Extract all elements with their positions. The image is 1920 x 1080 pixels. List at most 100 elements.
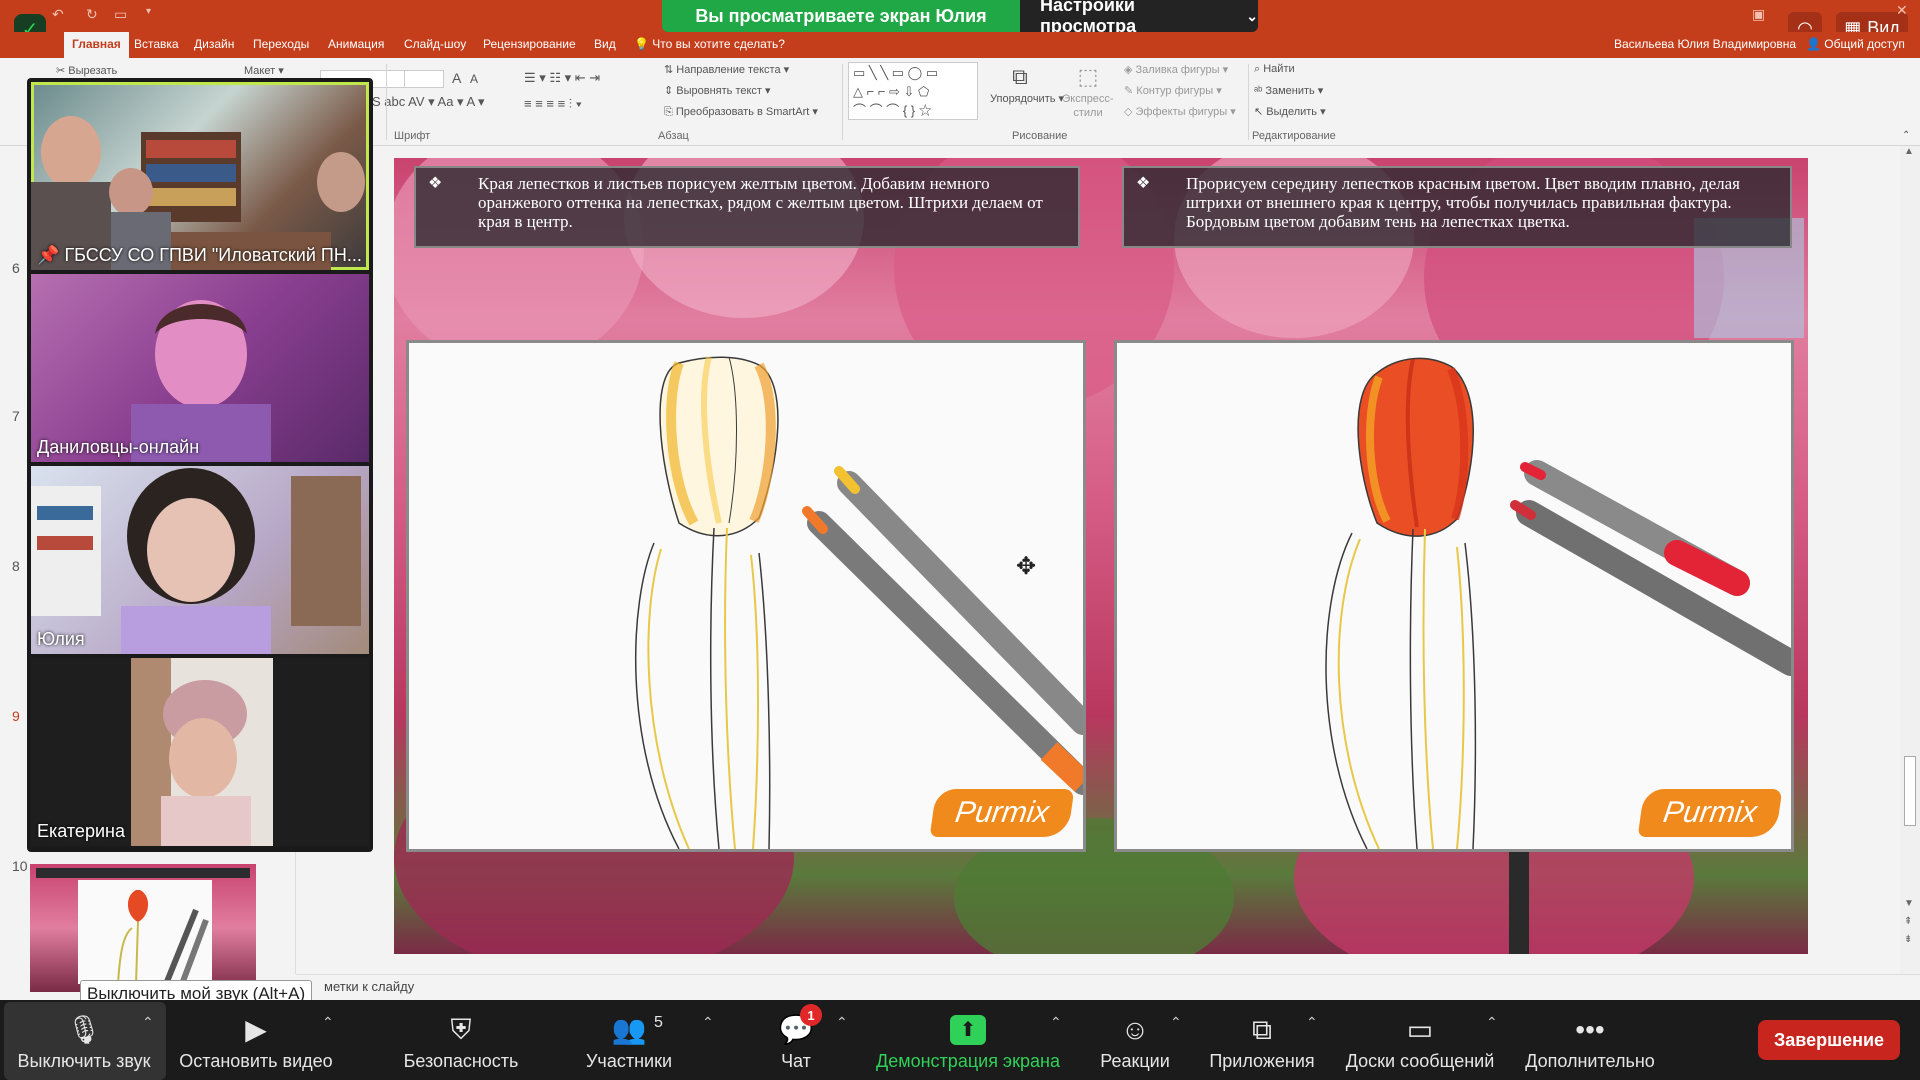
caret-up-icon[interactable]: ⌃ [142,1014,154,1031]
yellow-tulip-drawing [634,356,1083,849]
video-tile[interactable]: Даниловцы-онлайн [31,274,369,462]
undo-icon[interactable]: ↶ [52,6,64,23]
share-label: Демонстрация экрана [876,1051,1060,1071]
share-screen-button[interactable]: ⬆ Демонстрация экрана [868,1000,1068,1080]
apps-label: Приложения [1209,1051,1315,1071]
prev-slide-icon[interactable]: ⇞ [1904,916,1912,927]
next-slide-icon[interactable]: ⇟ [1904,934,1912,945]
shape-fill-label: Заливка фигуры [1135,64,1220,76]
express-styles-button[interactable]: ⬚ Экспресс-стили [1058,62,1118,120]
share-access-button[interactable]: 👤 Общий доступ [1806,37,1905,51]
redo-icon[interactable]: ↻ [86,6,98,23]
tab-animations[interactable]: Анимация [328,37,384,51]
close-icon[interactable]: ✕ [1896,2,1908,19]
text-direction-button[interactable]: ⇅ Направление текста ▾ [664,63,789,76]
microphone-icon: 🎙 [66,1014,102,1045]
caret-up-icon[interactable]: ⌃ [322,1014,334,1031]
bullet-icon: ❖ [428,175,443,192]
red-tulip-drawing [1325,357,1791,849]
stop-video-button[interactable]: ▶︎ Остановить видео [176,1000,336,1080]
participant-name-label: ГБССУ СО ГПВИ "Иловатский ПН... [64,245,362,265]
slide-image-left[interactable]: Purmix [406,340,1086,852]
find-button[interactable]: ⌕ Найти [1254,63,1295,76]
participant-video [31,468,361,654]
cut-button[interactable]: ✂ Вырезать [56,64,117,77]
caret-up-icon[interactable]: ⌃ [836,1014,848,1031]
collapse-ribbon-icon[interactable]: ⌃ [1902,130,1910,141]
layout-button[interactable]: Макет ▾ [244,64,284,77]
apps-button[interactable]: ⧉ Приложения [1200,1000,1324,1080]
ribbon-divider [842,64,843,140]
search-icon: ⌕ [1254,63,1261,75]
slide-image-right[interactable]: Purmix [1114,340,1794,852]
scroll-up-icon[interactable]: ▲ [1904,146,1914,157]
group-drawing-label: Рисование [1012,130,1068,142]
vertical-scrollbar[interactable]: ▲ ▼ ⇞ ⇟ [1900,146,1920,974]
more-button[interactable]: ••• Дополнительно [1518,1000,1662,1080]
thumb-number: 6 [12,260,20,276]
align-text-button[interactable]: ⇕ Выровнять текст ▾ [664,84,771,97]
scissors-icon: ✂ [56,65,66,77]
convert-smartart-button[interactable]: ⎘ Преобразовать в SmartArt ▾ [664,105,818,119]
video-label: Остановить видео [179,1051,333,1071]
caret-up-icon[interactable]: ⌃ [1306,1014,1318,1031]
tulip-thumbnail [117,890,209,984]
font-size-select[interactable] [404,70,444,88]
user-name[interactable]: Васильева Юлия Владимировна [1614,37,1796,51]
qat-dropdown-icon[interactable]: ▾ [146,6,151,17]
list-icons[interactable]: ☰ ▾ ☷ ▾ ⇤ ⇥ [524,70,600,86]
tab-insert[interactable]: Вставка [134,37,179,51]
reactions-label: Реакции [1100,1051,1170,1071]
end-meeting-button[interactable]: Завершение [1758,1020,1900,1060]
zoom-share-banner: Вы просматриваете экран Юлия Настройки п… [662,0,1258,32]
font-format-icons[interactable]: S abc AV ▾ Aa ▾ A ▾ [372,94,485,110]
tab-slideshow[interactable]: Слайд-шоу [404,37,466,51]
caret-up-icon[interactable]: ⌃ [702,1014,714,1031]
participant-name: 📌 ГБССУ СО ГПВИ "Иловатский ПН... [37,245,362,266]
tab-home[interactable]: Главная [64,32,129,58]
slide-text-right: Прорисуем середину лепестков красным цве… [1186,174,1740,231]
lightbulb-icon: 💡 [634,37,649,51]
security-button[interactable]: ⛨ Безопасность [398,1000,524,1080]
slide-text-box-left[interactable]: ❖ Края лепестков и листьев порисуем желт… [414,166,1080,248]
select-button[interactable]: ↖ Выделить ▾ [1254,105,1326,118]
video-tile[interactable]: 📌 ГБССУ СО ГПВИ "Иловатский ПН... [31,82,369,270]
slide-text-box-right[interactable]: ❖ Прорисуем середину лепестков красным ц… [1122,166,1792,248]
font-shrink-icon[interactable]: A [470,72,478,86]
tell-me-search[interactable]: 💡 Что вы хотите сделать? [634,37,785,51]
participants-button[interactable]: 👥 Участники [574,1000,684,1080]
shape-effects-button[interactable]: ◇ Эффекты фигуры ▾ [1124,105,1236,118]
replace-button[interactable]: ᵃᵇ Заменить ▾ [1254,84,1323,97]
font-grow-icon[interactable]: A [452,70,461,86]
shape-fill-button[interactable]: ◈ Заливка фигуры ▾ [1124,63,1228,76]
ribbon-tabs: Главная Вставка Дизайн Переходы Анимация… [0,32,1920,58]
present-icon[interactable]: ▭ [114,6,127,23]
participant-name: Екатерина [37,821,125,841]
arrange-button[interactable]: ⧉ Упорядочить ▾ [990,62,1064,106]
slide-canvas[interactable]: ❖ Края лепестков и листьев порисуем желт… [394,158,1808,954]
caret-up-icon[interactable]: ⌃ [1170,1014,1182,1031]
tab-transitions[interactable]: Переходы [253,37,309,51]
scrollbar-thumb[interactable] [1904,756,1916,826]
tab-review[interactable]: Рецензирование [483,37,576,51]
tab-design[interactable]: Дизайн [194,37,234,51]
find-label: Найти [1263,63,1295,75]
mute-button[interactable]: 🎙 Выключить звук [14,1000,154,1080]
align-icons[interactable]: ≡ ≡ ≡ ≡ ⫶ ▾ [524,96,582,112]
tab-view[interactable]: Вид [594,37,616,51]
ribbon-display-icon[interactable]: ▣ [1752,6,1765,23]
styles-icon: ⬚ [1077,64,1099,89]
slide-thumbnail[interactable] [30,864,256,992]
reactions-button[interactable]: ☺ Реакции [1090,1000,1180,1080]
shapes-gallery[interactable]: ▭ ╲ ╲ ▭ ◯ ▭ △ ⌐ ⌐ ⇨ ⇩ ⬠ ⌒ ⌒ ⌒ { } ☆ [848,62,978,120]
caret-up-icon[interactable]: ⌃ [1486,1014,1498,1031]
video-tile[interactable]: Юлия [31,466,369,654]
view-options-button[interactable]: Настройки просмотра ⌄ [1020,0,1258,32]
video-tile[interactable]: Екатерина [31,658,369,846]
scroll-down-icon[interactable]: ▼ [1904,898,1914,909]
notes-pane[interactable]: метки к слайду [296,974,1920,1000]
shape-outline-button[interactable]: ✎ Контур фигуры ▾ [1124,84,1222,97]
caret-up-icon[interactable]: ⌃ [1050,1014,1062,1031]
participants-label: Участники [586,1051,672,1071]
whiteboards-button[interactable]: ▭ Доски сообщений [1340,1000,1500,1080]
